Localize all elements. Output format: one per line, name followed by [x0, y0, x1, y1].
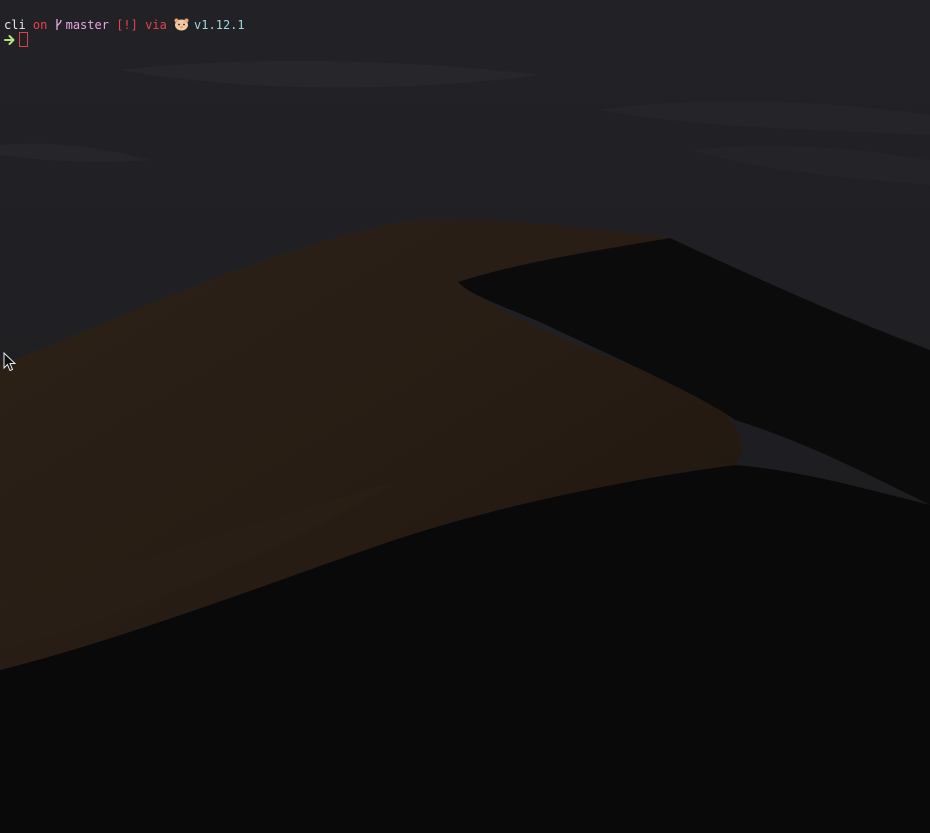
- input-line[interactable]: [4, 32, 28, 48]
- mouse-pointer-icon: [3, 352, 17, 372]
- text-cursor: [19, 32, 28, 47]
- prompt-branch: master: [65, 18, 109, 32]
- desktop: cli on master [!] via v1.12.1: [0, 0, 930, 833]
- prompt-directory: cli: [4, 18, 26, 32]
- prompt-git-status: [!]: [116, 18, 138, 32]
- terminal-window[interactable]: cli on master [!] via v1.12.1: [0, 0, 930, 833]
- git-branch-icon: [55, 19, 62, 30]
- prompt-on-word: on: [32, 18, 48, 32]
- arrow-right-icon: [4, 35, 15, 45]
- prompt-runtime-version: v1.12.1: [194, 18, 245, 32]
- prompt-via-word: via: [145, 18, 167, 32]
- prompt-line: cli on master [!] via v1.12.1: [4, 17, 245, 33]
- hamster-icon: [174, 18, 189, 31]
